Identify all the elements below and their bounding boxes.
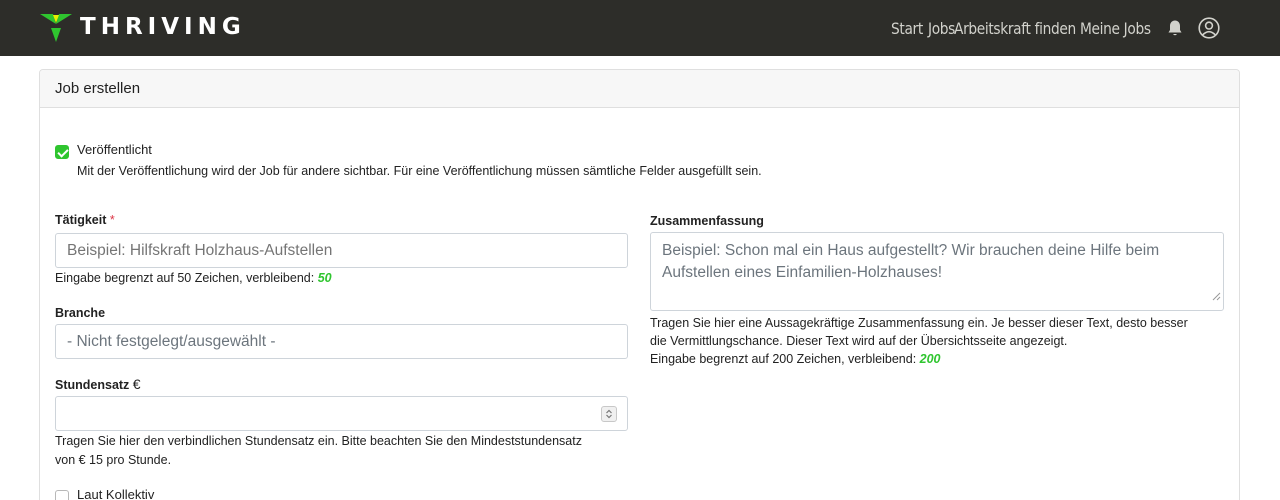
published-label[interactable]: Veröffentlicht — [77, 142, 152, 157]
thriving-logo-icon — [40, 12, 72, 42]
taetigkeit-label: Tätigkeit * — [55, 213, 115, 227]
published-help-text: Mit der Veröffentlichung wird der Job fü… — [77, 164, 762, 178]
taetigkeit-input[interactable] — [55, 233, 628, 268]
user-circle-icon[interactable] — [1198, 17, 1220, 39]
zusammenfassung-label: Zusammenfassung — [650, 214, 764, 228]
branche-selected-value: - Nicht festgelegt/ausgewählt - — [67, 333, 276, 350]
brand-logo[interactable]: THRIVING — [40, 12, 246, 42]
zusammenfassung-help-line1: Tragen Sie hier eine Aussagekräftige Zus… — [650, 316, 1188, 330]
top-navbar: THRIVING Start Jobs Arbeitskraft finden … — [0, 0, 1280, 56]
nav-menu: Start Jobs Arbeitskraft finden Meine Job… — [877, 0, 1220, 56]
zusammenfassung-help-line2: die Vermittlungschance. Dieser Text wird… — [650, 334, 1068, 348]
published-checkbox[interactable] — [55, 145, 69, 159]
zusammenfassung-limit-text: Eingabe begrenzt auf 200 Zeichen, verble… — [650, 352, 941, 366]
card-title: Job erstellen — [55, 80, 141, 97]
branche-select[interactable]: - Nicht festgelegt/ausgewählt - — [55, 324, 628, 359]
kollektiv-label[interactable]: Laut Kollektiv — [77, 487, 154, 500]
zusammenfassung-textarea[interactable]: Beispiel: Schon mal ein Haus aufgestellt… — [650, 232, 1224, 311]
stundensatz-help-line1: Tragen Sie hier den verbindlichen Stunde… — [55, 434, 582, 448]
stundensatz-label: Stundensatz € — [55, 376, 141, 392]
stundensatz-help-line2: von € 15 pro Stunde. — [55, 453, 172, 467]
taetigkeit-remaining-count: 50 — [317, 271, 332, 285]
number-spinner-icon[interactable] — [601, 406, 617, 422]
branche-label: Branche — [55, 306, 106, 320]
required-marker: * — [109, 213, 115, 227]
brand-name: THRIVING — [80, 14, 246, 40]
zusammenfassung-remaining-count: 200 — [919, 352, 941, 366]
bell-icon[interactable] — [1166, 19, 1184, 37]
currency-symbol: € — [132, 376, 141, 392]
stundensatz-input[interactable] — [55, 396, 628, 431]
zusammenfassung-placeholder: Beispiel: Schon mal ein Haus aufgestellt… — [662, 242, 1160, 281]
card-header: Job erstellen — [40, 70, 1239, 108]
resize-handle-icon[interactable] — [1211, 286, 1221, 308]
taetigkeit-limit-text: Eingabe begrenzt auf 50 Zeichen, verblei… — [55, 271, 332, 285]
nav-link-meine-jobs[interactable]: Meine Jobs — [1080, 19, 1151, 38]
kollektiv-checkbox[interactable] — [55, 490, 69, 500]
nav-link-start[interactable]: Start — [891, 19, 923, 38]
nav-link-jobs[interactable]: Jobs — [928, 19, 955, 38]
nav-link-arbeitskraft-finden[interactable]: Arbeitskraft finden — [954, 19, 1076, 38]
